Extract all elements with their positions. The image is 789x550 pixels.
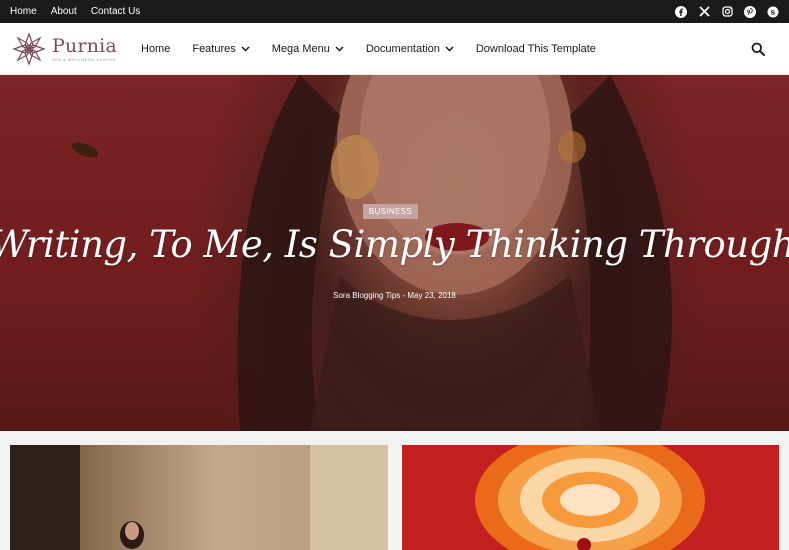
nav-documentation[interactable]: Documentation (366, 43, 454, 55)
top-link-contact[interactable]: Contact Us (91, 6, 140, 17)
post-card-image[interactable] (10, 445, 388, 550)
top-link-home[interactable]: Home (10, 6, 37, 17)
nav-home[interactable]: Home (141, 43, 170, 55)
top-bar: Home About Contact Us (0, 0, 789, 23)
pinterest-icon[interactable] (744, 5, 756, 18)
post-thumbnail (402, 445, 779, 550)
social-icons (675, 0, 779, 23)
nav-documentation-label: Documentation (365, 43, 440, 55)
search-icon[interactable] (751, 42, 765, 56)
mandala-logo-icon (12, 32, 46, 66)
site-logo[interactable]: Purnia SPA & WELLNESS CENTER (11, 30, 117, 68)
nav-download-template[interactable]: Download This Template (476, 43, 596, 55)
chevron-down-icon (241, 46, 250, 52)
main-header: Purnia SPA & WELLNESS CENTER Home Featur… (0, 23, 789, 75)
facebook-icon[interactable] (675, 5, 687, 18)
x-icon[interactable] (698, 6, 710, 18)
featured-post-hero[interactable]: BUSINESS Writing, To Me, Is Simply Think… (0, 75, 789, 431)
nav-mega-menu[interactable]: Mega Menu (272, 43, 344, 55)
nav-features[interactable]: Features (192, 43, 250, 55)
nav-mega-menu-label: Mega Menu (271, 43, 330, 55)
skype-icon[interactable] (767, 6, 779, 18)
hero-meta: Sora Blogging Tips - May 23, 2018 (333, 291, 456, 300)
chevron-down-icon (445, 46, 454, 52)
main-nav: Home Features Mega Menu Documentation Do… (141, 23, 618, 75)
chevron-down-icon (335, 46, 344, 52)
logo-tagline: SPA & WELLNESS CENTER (52, 57, 117, 62)
top-links: Home About Contact Us (10, 0, 154, 23)
nav-home-label: Home (141, 43, 171, 55)
post-card-image[interactable] (402, 445, 779, 550)
hero-title[interactable]: Writing, To Me, Is Simply Thinking Throu… (0, 223, 789, 266)
nav-features-label: Features (192, 43, 236, 55)
top-link-about[interactable]: About (51, 6, 77, 17)
category-badge[interactable]: BUSINESS (363, 204, 418, 219)
logo-name: Purnia (52, 35, 117, 57)
nav-download-label: Download This Template (475, 43, 596, 55)
post-thumbnail (10, 445, 388, 550)
instagram-icon[interactable] (721, 6, 733, 18)
